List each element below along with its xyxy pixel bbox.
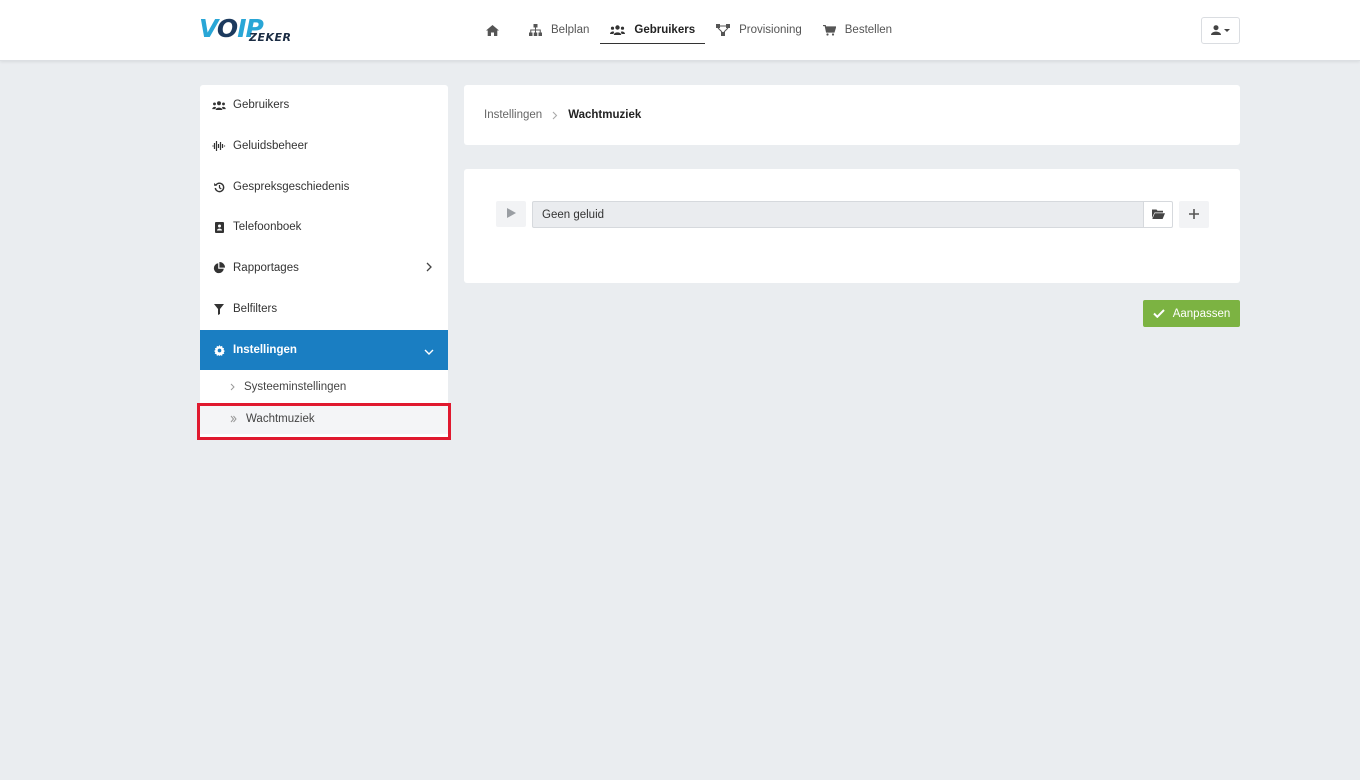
sitemap-icon: [529, 24, 542, 36]
home-icon: [486, 24, 499, 36]
highlight-annotation: [197, 403, 451, 440]
main-nav: Belplan Gebruikers Provisioning Bestelle…: [476, 0, 903, 60]
gear-icon: [212, 344, 226, 356]
sidebar-item-label: Belfilters: [233, 303, 278, 315]
breadcrumb: Instellingen Wachtmuziek: [464, 85, 1240, 145]
breadcrumb-parent[interactable]: Instellingen: [484, 109, 542, 121]
sidebar-item-label: Geluidsbeheer: [233, 140, 308, 152]
sound-select-field[interactable]: Geen geluid: [532, 201, 1144, 228]
chevron-right-icon: [426, 262, 432, 275]
chevron-right-icon: [552, 111, 558, 120]
pie-chart-icon: [212, 262, 226, 274]
breadcrumb-current: Wachtmuziek: [568, 109, 642, 121]
waveform-icon: [212, 141, 226, 151]
selected-sound-value: Geen geluid: [542, 208, 605, 221]
check-icon: [1153, 309, 1165, 318]
filter-icon: [212, 303, 226, 315]
nav-belplan[interactable]: Belplan: [519, 0, 599, 60]
sidebar-item-belfilters[interactable]: Belfilters: [200, 289, 448, 329]
nav-provisioning-label: Provisioning: [739, 24, 802, 36]
nav-bestellen[interactable]: Bestellen: [813, 0, 902, 60]
nav-provisioning[interactable]: Provisioning: [706, 0, 812, 60]
sidebar-item-instellingen[interactable]: Instellingen: [200, 330, 448, 370]
sidebar-item-gebruikers[interactable]: Gebruikers: [200, 85, 448, 125]
nav-bestellen-label: Bestellen: [844, 24, 893, 36]
network-icon: [716, 24, 731, 36]
save-button-label: Aanpassen: [1172, 307, 1231, 320]
hold-music-panel: Geen geluid: [464, 169, 1240, 283]
folder-open-icon: [1151, 208, 1165, 222]
sidebar-subitem-systeeminstellingen[interactable]: Systeeminstellingen: [200, 372, 448, 402]
sidebar-item-label: Instellingen: [233, 344, 297, 356]
user-menu-button[interactable]: [1201, 17, 1240, 44]
nav-gebruikers-label: Gebruikers: [634, 24, 696, 36]
cart-icon: [822, 24, 836, 36]
sidebar-item-geluidsbeheer[interactable]: Geluidsbeheer: [200, 126, 448, 166]
sidebar-item-telefoonboek[interactable]: Telefoonboek: [200, 207, 448, 247]
address-book-icon: [212, 221, 226, 233]
users-icon: [610, 25, 626, 35]
sidebar-item-gespreksgeschiedenis[interactable]: Gespreksgeschiedenis: [200, 167, 448, 207]
save-button[interactable]: Aanpassen: [1143, 300, 1240, 327]
caret-down-icon: [1224, 29, 1230, 32]
play-icon: [506, 207, 516, 221]
sidebar-item-label: Gespreksgeschiedenis: [233, 181, 350, 193]
sidebar-item-label: Gebruikers: [233, 99, 290, 111]
nav-gebruikers[interactable]: Gebruikers: [600, 0, 705, 60]
top-bar: VOIP ZEKER Belplan Gebruikers Provisioni…: [0, 0, 1360, 61]
add-sound-button[interactable]: [1179, 201, 1209, 228]
browse-sound-button[interactable]: [1143, 201, 1173, 228]
history-icon: [212, 182, 226, 193]
nav-belplan-label: Belplan: [551, 24, 590, 36]
voipzeker-logo[interactable]: VOIP ZEKER: [199, 14, 309, 46]
sidebar-subitem-label: Systeeminstellingen: [244, 381, 347, 393]
play-button[interactable]: [496, 201, 526, 227]
plus-icon: [1189, 208, 1199, 222]
sidebar-item-label: Telefoonboek: [233, 221, 302, 233]
users-icon: [212, 100, 226, 110]
nav-home[interactable]: [476, 0, 518, 60]
sidebar: Gebruikers Geluidsbeheer Gespreksgeschie…: [200, 85, 448, 439]
user-icon: [1211, 24, 1221, 38]
sidebar-item-label: Rapportages: [233, 262, 299, 274]
sidebar-item-rapportages[interactable]: Rapportages: [200, 248, 448, 288]
chevron-right-icon: [230, 383, 235, 391]
chevron-down-icon: [424, 346, 434, 358]
